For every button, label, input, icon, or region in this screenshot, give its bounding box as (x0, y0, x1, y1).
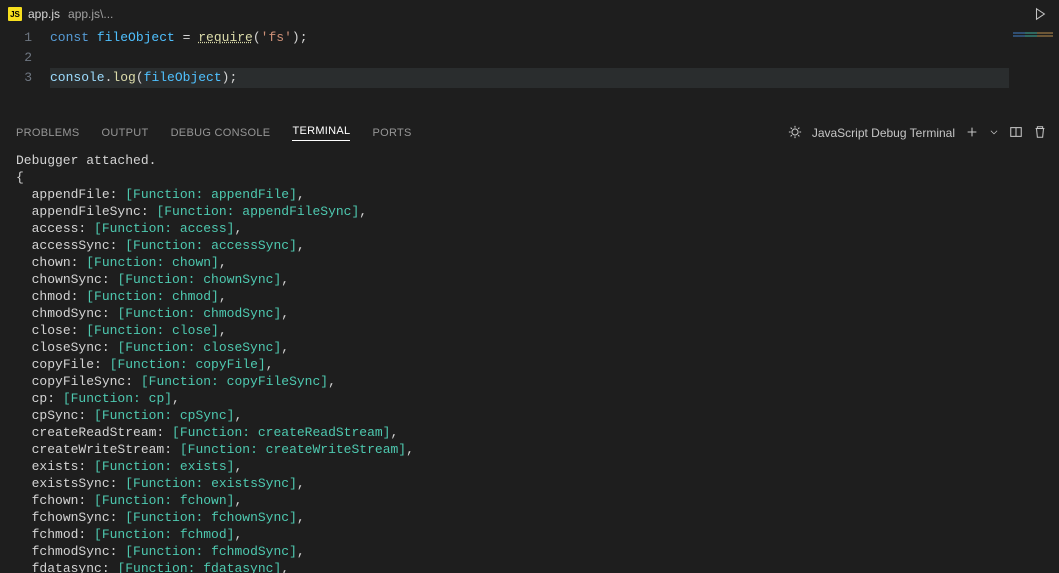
terminal-output[interactable]: Debugger attached. { appendFile: [Functi… (0, 148, 1059, 573)
token-function: require (198, 30, 253, 45)
token-op: = (175, 30, 198, 45)
code-content[interactable]: const fileObject = require('fs'); consol… (50, 28, 1059, 88)
token-punct: ; (229, 70, 237, 85)
code-editor[interactable]: 1 2 3 const fileObject = require('fs'); … (0, 28, 1059, 88)
token-function: log (112, 70, 135, 85)
tab-debug-console[interactable]: DEBUG CONSOLE (171, 127, 271, 139)
js-file-icon: JS (8, 7, 22, 21)
code-line[interactable] (50, 48, 1059, 68)
code-line-current[interactable]: console.log(fileObject); (50, 68, 1009, 88)
bottom-panel: PROBLEMS OUTPUT DEBUG CONSOLE TERMINAL P… (0, 118, 1059, 573)
tab-terminal[interactable]: TERMINAL (292, 125, 350, 141)
panel-actions: JavaScript Debug Terminal (788, 125, 1047, 142)
line-number: 2 (0, 48, 32, 68)
token-variable: console (50, 70, 105, 85)
line-gutter: 1 2 3 (0, 28, 50, 88)
tab-filename[interactable]: app.js (28, 7, 60, 21)
token-punct: ( (136, 70, 144, 85)
token-string: 'fs' (261, 30, 292, 45)
line-number: 1 (0, 28, 32, 48)
token-punct: ; (300, 30, 308, 45)
terminal-type-label[interactable]: JavaScript Debug Terminal (812, 126, 955, 140)
token-punct: ) (292, 30, 300, 45)
trash-icon[interactable] (1033, 125, 1047, 142)
code-line[interactable]: const fileObject = require('fs'); (50, 28, 1059, 48)
tab-output[interactable]: OUTPUT (102, 127, 149, 139)
tab-problems[interactable]: PROBLEMS (16, 127, 80, 139)
split-terminal-icon[interactable] (1009, 125, 1023, 142)
debug-icon (788, 125, 802, 142)
tab-ports[interactable]: PORTS (372, 127, 411, 139)
token-punct: ( (253, 30, 261, 45)
new-terminal-icon[interactable] (965, 125, 979, 142)
tab-bar: JS app.js app.js\... (0, 0, 1059, 28)
chevron-down-icon[interactable] (989, 126, 999, 140)
token-variable: fileObject (97, 30, 175, 45)
run-icon[interactable] (1033, 7, 1047, 21)
panel-tabs: PROBLEMS OUTPUT DEBUG CONSOLE TERMINAL P… (0, 118, 1059, 148)
token-keyword: const (50, 30, 89, 45)
token-variable: fileObject (144, 70, 222, 85)
line-number: 3 (0, 68, 32, 88)
breadcrumb[interactable]: app.js\... (68, 7, 113, 21)
